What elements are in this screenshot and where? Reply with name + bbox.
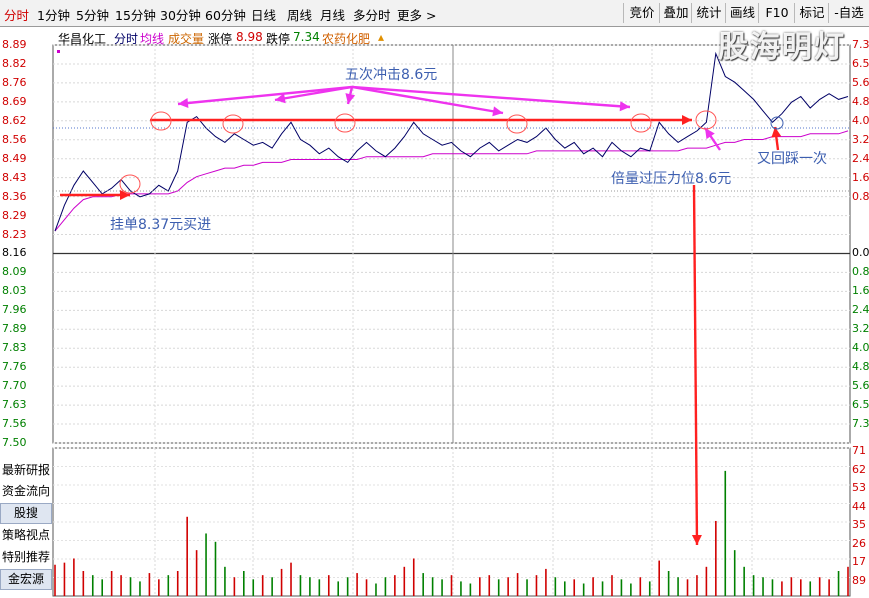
percent-tick-label: 4.8 (852, 94, 869, 108)
price-tick-label: 8.69 (2, 94, 27, 108)
volume-tick-label: 44 (852, 499, 866, 513)
percent-tick-label: 1.6 (852, 170, 869, 184)
volume-tick-label: 17 (852, 555, 866, 568)
percent-tick-label: 5.6 (852, 379, 869, 393)
attack-arrow (351, 85, 504, 115)
price-tick-label: 8.56 (2, 132, 27, 146)
price-tick-label: 8.29 (2, 208, 27, 222)
attack-circle (334, 113, 356, 133)
price-tick-label: 8.09 (2, 265, 27, 279)
attack-arrow-head (345, 93, 356, 104)
price-tick-label: 7.70 (2, 379, 27, 393)
percent-tick-label: 2.4 (852, 151, 869, 165)
price-tick-label: 8.82 (2, 56, 27, 70)
resistance-arrow-head (682, 115, 692, 125)
percent-tick-label: 0.0 (852, 246, 869, 260)
volume-tick-label: 71 (852, 444, 866, 457)
price-tick-label: 8.36 (2, 189, 27, 203)
percent-tick-label: 4.0 (852, 113, 869, 127)
attack-arrow-head (619, 101, 630, 112)
percent-tick-label: 4.8 (852, 360, 869, 374)
intraday-chart (52, 44, 851, 597)
price-tick-label: 8.03 (2, 284, 27, 298)
price-tick-label: 7.89 (2, 322, 27, 336)
watermark-logo: 股海明灯 (718, 30, 846, 65)
percent-tick-label: 0.8 (852, 189, 869, 203)
special-recommend-button[interactable]: 特别推荐 (0, 548, 52, 567)
attack-circle (630, 113, 652, 133)
annotation-breakout: 倍量过压力位8.6元 (611, 171, 732, 187)
percent-tick-label: 3.2 (852, 322, 869, 336)
price-tick-label: 8.16 (2, 246, 27, 260)
volume-spike-arrow (692, 184, 699, 546)
attack-arrow-head (492, 106, 503, 117)
percent-tick-label: 1.6 (852, 284, 869, 298)
percent-tick-label: 6.5 (852, 398, 869, 412)
jinhongyuan-button[interactable]: 金宏源 (0, 569, 52, 590)
annotation-five-attacks: 五次冲击8.6元 (345, 67, 438, 83)
volume-tick-label: 62 (852, 462, 866, 476)
attack-circle (506, 114, 528, 134)
volume-tick-label: 26 (852, 536, 866, 550)
price-tick-label: 8.23 (2, 227, 27, 241)
volume-tick-label: 89 (852, 573, 866, 587)
volume-tick-label: 35 (852, 518, 866, 531)
latest-research-button[interactable]: 最新研报 (0, 461, 52, 480)
breakout-arrow-head (705, 128, 715, 140)
attack-arrow (351, 85, 631, 109)
corner-marker (57, 50, 60, 53)
attack-arrow-head (178, 98, 189, 109)
percent-tick-label: 4.0 (852, 341, 869, 355)
price-tick-label: 8.76 (2, 75, 27, 89)
price-tick-label: 8.43 (2, 170, 27, 184)
price-tick-label: 8.62 (2, 113, 27, 127)
percent-tick-label: 6.5 (852, 56, 869, 70)
strategy-view-button[interactable]: 策略视点 (0, 526, 52, 545)
percent-tick-label: 5.6 (852, 75, 869, 89)
attack-circle (695, 110, 717, 130)
price-tick-label: 7.96 (2, 303, 27, 317)
annotation-pullback: 又回踩一次 (757, 151, 827, 167)
price-tick-label: 8.89 (2, 38, 27, 51)
price-tick-label: 7.56 (2, 417, 27, 431)
fund-flow-button[interactable]: 资金流向 (0, 482, 52, 501)
annotation-buy-order: 挂单8.37元买进 (110, 217, 212, 233)
volume-tick-label: 53 (852, 481, 866, 494)
price-tick-label: 8.49 (2, 151, 27, 165)
stock-search-button[interactable]: 股搜 (0, 503, 52, 524)
price-tick-label: 7.76 (2, 360, 27, 374)
volume-spike-arrow-head (691, 534, 702, 545)
attack-circle (222, 114, 244, 134)
percent-tick-label: 7.3 (852, 38, 869, 51)
percent-tick-label: 2.4 (852, 303, 869, 317)
percent-tick-label: 0.8 (852, 265, 869, 279)
percent-tick-label: 3.2 (852, 132, 869, 146)
price-tick-label: 7.50 (2, 436, 27, 449)
price-tick-label: 7.83 (2, 341, 27, 355)
percent-tick-label: 7.3 (852, 417, 869, 431)
price-tick-label: 7.63 (2, 398, 27, 412)
